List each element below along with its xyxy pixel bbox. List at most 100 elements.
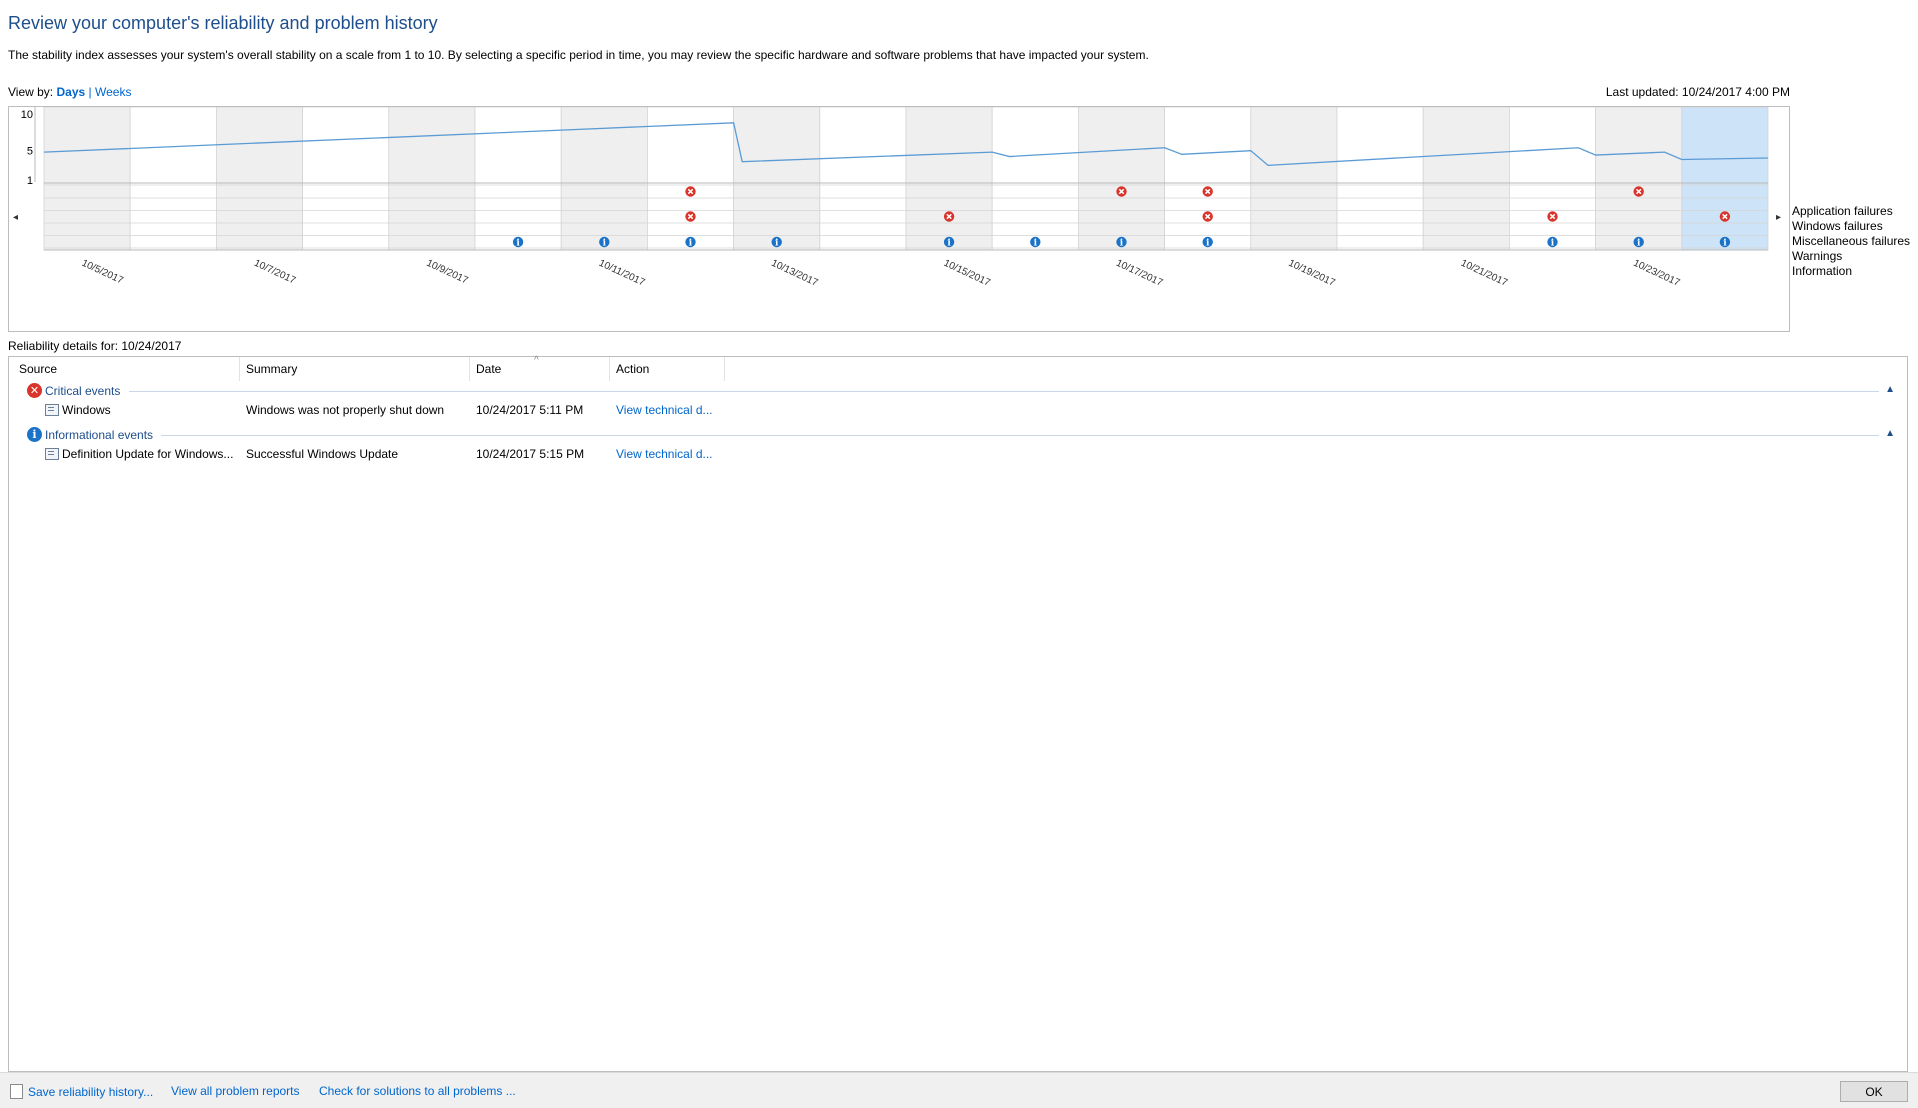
legend-warnings: Warnings: [1792, 249, 1843, 263]
ok-button[interactable]: OK: [1840, 1081, 1908, 1102]
day-column[interactable]: [1250, 107, 1338, 251]
y-tick-label: 1: [27, 175, 33, 187]
x-date-label: 10/7/2017: [252, 258, 297, 287]
day-column[interactable]: [1336, 107, 1424, 251]
day-column[interactable]: [1681, 107, 1769, 251]
y-tick-label: 10: [21, 109, 33, 121]
day-column[interactable]: [819, 107, 907, 251]
info-event-glyph: i: [1637, 239, 1641, 249]
collapse-informational-icon[interactable]: ▲: [1885, 428, 1895, 439]
view-separator: |: [88, 85, 92, 99]
view-by-switcher: View by: Days | Weeks: [8, 85, 131, 99]
view-weeks-link[interactable]: Weeks: [95, 85, 131, 99]
legend-windows-failures: Windows failures: [1792, 219, 1883, 233]
view-technical-details-link[interactable]: View technical d...: [616, 447, 713, 461]
group-informational-label: Informational events: [45, 427, 154, 442]
details-label: Reliability details for: 10/24/2017: [8, 339, 182, 353]
last-updated: Last updated: 10/24/2017 4:00 PM: [1605, 85, 1790, 99]
view-all-reports-link[interactable]: View all problem reports: [171, 1084, 300, 1098]
day-column[interactable]: [43, 107, 131, 251]
sort-ascending-icon: ^: [534, 355, 539, 366]
day-column[interactable]: [991, 107, 1079, 251]
x-date-label: 10/23/2017: [1631, 258, 1681, 289]
day-column[interactable]: [1078, 107, 1166, 251]
info-icon: i: [27, 427, 42, 442]
day-column[interactable]: [1509, 107, 1597, 251]
day-column[interactable]: [302, 107, 390, 251]
event-document-icon: [45, 404, 59, 416]
table-row[interactable]: Definition Update for Windows... Success…: [9, 445, 1907, 463]
group-informational-events[interactable]: i Informational events: [27, 427, 153, 442]
column-date[interactable]: Date: [476, 362, 501, 376]
legend-application-failures: Application failures: [1792, 204, 1893, 218]
page-description: The stability index assesses your system…: [8, 48, 1149, 62]
day-column[interactable]: [733, 107, 821, 251]
x-date-label: 10/19/2017: [1287, 258, 1337, 289]
info-event-glyph: i: [1206, 239, 1210, 249]
day-column[interactable]: [905, 107, 993, 251]
group-divider: [161, 435, 1879, 436]
column-divider[interactable]: [239, 357, 240, 381]
x-date-label: 10/5/2017: [80, 258, 125, 287]
row-source: Windows: [45, 403, 111, 417]
collapse-critical-icon[interactable]: ▲: [1885, 384, 1895, 395]
y-tick-label: 5: [27, 146, 33, 158]
footer-bar: Save reliability history... View all pro…: [0, 1072, 1918, 1108]
legend-information: Information: [1792, 264, 1853, 278]
day-column[interactable]: [1422, 107, 1510, 251]
x-date-label: 10/13/2017: [769, 258, 819, 289]
table-row[interactable]: Windows Windows was not properly shut do…: [9, 401, 1907, 419]
details-table: Source Summary Date ^ Action ✕ Critical …: [8, 355, 1908, 1072]
reliability-chart-svg[interactable]: 10 5 1 ◂ ▸ i i i i i i i i i i i 10/5/2017 10/7/2017 10/9/…: [9, 107, 1789, 331]
view-days-link[interactable]: Days: [56, 85, 85, 99]
group-critical-label: Critical events: [45, 383, 121, 398]
day-column[interactable]: [129, 107, 217, 251]
x-date-label: 10/15/2017: [942, 258, 992, 289]
row-source: Definition Update for Windows...: [45, 447, 233, 461]
info-event-glyph: i: [775, 239, 779, 249]
info-event-glyph: i: [689, 239, 693, 249]
group-divider: [129, 391, 1879, 392]
scroll-left-icon[interactable]: ◂: [13, 212, 18, 223]
info-event-glyph: i: [603, 239, 607, 249]
day-column[interactable]: [1595, 107, 1683, 251]
event-document-icon: [45, 448, 59, 460]
reliability-chart[interactable]: 10 5 1 ◂ ▸ i i i i i i i i i i i 10/5/2017 10/7/2017 10/9/…: [8, 106, 1790, 332]
row-summary: Windows was not properly shut down: [246, 403, 445, 417]
day-column[interactable]: [215, 107, 303, 251]
page-title: Review your computer's reliability and p…: [8, 13, 438, 33]
info-event-glyph: i: [1551, 239, 1555, 249]
row-date: 10/24/2017 5:15 PM: [476, 447, 585, 461]
day-column[interactable]: [474, 107, 562, 251]
save-history-link[interactable]: Save reliability history...: [10, 1084, 153, 1099]
column-divider[interactable]: [724, 357, 725, 381]
row-summary: Successful Windows Update: [246, 447, 399, 461]
column-source[interactable]: Source: [19, 362, 57, 376]
day-column[interactable]: [647, 107, 735, 251]
view-technical-details-link[interactable]: View technical d...: [616, 403, 713, 417]
x-date-label: 10/21/2017: [1459, 258, 1509, 289]
group-critical-events[interactable]: ✕ Critical events: [27, 383, 120, 398]
save-document-icon: [10, 1084, 23, 1099]
row-source-text: Windows: [62, 403, 111, 417]
day-column[interactable]: [388, 107, 476, 251]
info-event-glyph: i: [1120, 239, 1124, 249]
view-by-label: View by:: [8, 85, 54, 99]
column-action[interactable]: Action: [616, 362, 649, 376]
check-solutions-link[interactable]: Check for solutions to all problems ...: [319, 1084, 516, 1098]
x-date-label: 10/17/2017: [1114, 258, 1164, 289]
column-divider[interactable]: [469, 357, 470, 381]
info-event-glyph: i: [1723, 239, 1727, 249]
info-event-glyph: i: [516, 239, 520, 249]
scroll-right-icon[interactable]: ▸: [1776, 212, 1781, 223]
info-event-glyph: i: [1034, 239, 1038, 249]
error-icon: ✕: [27, 383, 42, 398]
x-date-label: 10/11/2017: [597, 258, 647, 289]
row-date: 10/24/2017 5:11 PM: [476, 403, 584, 417]
column-divider[interactable]: [609, 357, 610, 381]
save-history-label: Save reliability history...: [28, 1084, 154, 1099]
chart-legend: Application failures Windows failures Mi…: [1792, 204, 1910, 279]
row-source-text: Definition Update for Windows...: [62, 447, 234, 461]
day-column[interactable]: [1164, 107, 1252, 251]
column-summary[interactable]: Summary: [246, 362, 297, 376]
